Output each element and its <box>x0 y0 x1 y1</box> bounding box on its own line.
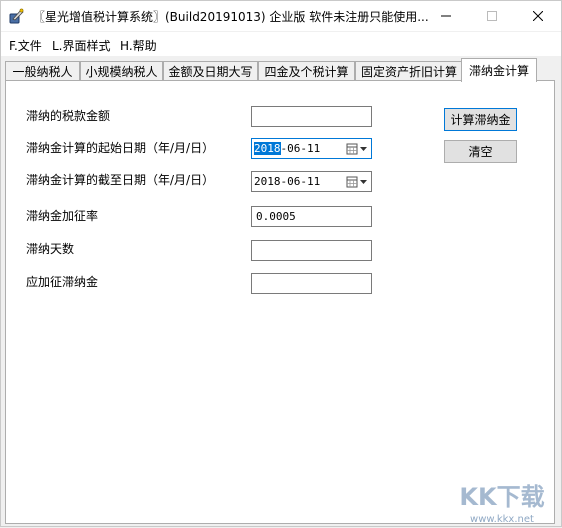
watermark-logo: KK下载 www.kkx.net <box>459 483 544 525</box>
watermark-url: www.kkx.net <box>470 514 534 525</box>
menu-file[interactable]: F.文件 <box>9 37 42 54</box>
rate-label: 滞纳金加征率 <box>26 209 99 223</box>
end-date-value: 2018-06-11 <box>254 175 321 188</box>
menu-view-style[interactable]: L.界面样式 <box>52 37 111 54</box>
end-date-dropdown[interactable] <box>346 175 368 189</box>
tax-amount-input[interactable] <box>251 106 372 127</box>
calculate-button[interactable]: 计算滞纳金 <box>444 108 517 131</box>
clear-button[interactable]: 清空 <box>444 140 517 163</box>
late-fee-result-label: 应加征滞纳金 <box>26 275 99 289</box>
window-title: 〖星光增值税计算系统〗(Build20191013) 企业版 软件未注册只能使用… <box>33 10 429 24</box>
maximize-icon <box>487 11 497 21</box>
maximize-button[interactable] <box>469 1 515 31</box>
tax-amount-label: 滞纳的税款金额 <box>26 109 111 123</box>
watermark: KK下载 www.kkx.net <box>447 479 557 525</box>
title-bar[interactable]: 〖星光增值税计算系统〗(Build20191013) 企业版 软件未注册只能使用… <box>1 1 561 31</box>
tab-depreciation[interactable]: 固定资产折旧计算 <box>355 61 463 81</box>
tab-general-taxpayer[interactable]: 一般纳税人 <box>5 61 80 81</box>
days-input[interactable] <box>251 240 372 261</box>
rate-input[interactable]: 0.0005 <box>251 206 372 227</box>
start-date-rest: -06-11 <box>280 142 321 155</box>
tab-amount-date-uppercase[interactable]: 金额及日期大写 <box>163 61 258 81</box>
close-icon <box>533 11 543 21</box>
menu-bar: F.文件 L.界面样式 H.帮助 <box>1 32 561 56</box>
tab-small-taxpayer[interactable]: 小规模纳税人 <box>80 61 163 81</box>
start-date-picker[interactable]: 2018-06-11 <box>251 138 372 159</box>
calendar-icon <box>346 176 367 188</box>
calendar-icon <box>346 143 367 155</box>
minimize-button[interactable] <box>423 1 469 31</box>
end-date-picker[interactable]: 2018-06-11 <box>251 171 372 192</box>
minimize-icon <box>441 15 451 17</box>
app-icon[interactable] <box>8 7 26 25</box>
watermark-logo-text: KK下载 <box>459 483 544 511</box>
start-date-label: 滞纳金计算的起始日期（年/月/日） <box>26 141 215 155</box>
start-date-dropdown[interactable] <box>346 142 368 156</box>
late-fee-result-input[interactable] <box>251 273 372 294</box>
tab-strip: 一般纳税人 小规模纳税人 金额及日期大写 四金及个税计算 固定资产折旧计算 滞纳… <box>1 57 561 82</box>
close-button[interactable] <box>515 1 561 31</box>
late-fee-panel: 滞纳的税款金额 滞纳金计算的起始日期（年/月/日） 2018-06-11 滞纳金… <box>5 80 555 524</box>
menu-help[interactable]: H.帮助 <box>120 37 157 54</box>
end-date-label: 滞纳金计算的截至日期（年/月/日） <box>26 173 215 187</box>
days-label: 滞纳天数 <box>26 242 75 256</box>
tab-social-tax[interactable]: 四金及个税计算 <box>258 61 355 81</box>
app-window: 〖星光增值税计算系统〗(Build20191013) 企业版 软件未注册只能使用… <box>0 0 562 527</box>
start-date-year-selected: 2018 <box>254 142 281 155</box>
tab-late-fee[interactable]: 滞纳金计算 <box>461 58 537 82</box>
